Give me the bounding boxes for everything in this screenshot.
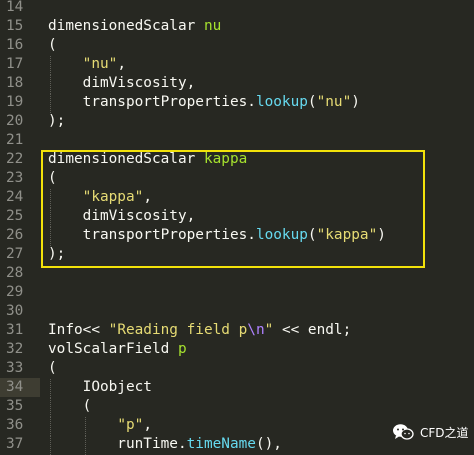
- code-token: );: [48, 113, 66, 129]
- line-number: 36: [6, 417, 24, 433]
- line-number: 23: [6, 170, 24, 186]
- code-token: dimViscosity,: [48, 75, 196, 91]
- highlight-box: [41, 150, 425, 268]
- code-line[interactable]: 33 (: [0, 359, 474, 378]
- code-line[interactable]: 21: [0, 131, 474, 150]
- code-line[interactable]: 15 dimensionedScalar nu: [0, 17, 474, 36]
- code-token: \n: [247, 322, 265, 338]
- line-number: 37: [6, 436, 24, 452]
- code-line[interactable]: 34 IOobject: [0, 378, 474, 398]
- code-token: (),: [255, 436, 282, 452]
- code-token: nu: [203, 18, 222, 34]
- line-number: 22: [6, 151, 24, 167]
- line-code: runTime.timeName(),: [48, 435, 282, 454]
- line-number: 24: [6, 189, 24, 205]
- code-editor[interactable]: 14 15 dimensionedScalar nu 16(17 "nu", 18 di…: [0, 0, 474, 455]
- code-token: ": [264, 322, 274, 338]
- line-code: "nu",: [48, 55, 126, 74]
- line-code: dimensionedScalar nu: [48, 17, 221, 36]
- line-code: transportProperties.lookup("nu"): [48, 93, 360, 112]
- code-token: volScalarField: [48, 341, 178, 357]
- line-number: 17: [6, 56, 24, 72]
- line-number: 32: [6, 341, 24, 357]
- code-line[interactable]: 32 volScalarField p: [0, 340, 474, 359]
- code-token: Info<<: [48, 322, 109, 338]
- code-line[interactable]: 16 (: [0, 36, 474, 55]
- line-number: 16: [6, 37, 24, 53]
- line-code: (: [48, 359, 57, 378]
- code-token: lookup: [255, 94, 308, 110]
- line-number: 18: [6, 75, 24, 91]
- line-number: 28: [6, 265, 24, 281]
- code-line[interactable]: 18 dimViscosity,: [0, 74, 474, 94]
- code-token: p: [177, 341, 187, 357]
- code-token: dimensionedScalar: [48, 18, 204, 34]
- line-code: (: [48, 397, 92, 416]
- code-token: "nu": [82, 56, 118, 72]
- line-code: (: [48, 36, 57, 55]
- line-code: );: [48, 112, 65, 131]
- code-line[interactable]: 30: [0, 302, 474, 321]
- code-token: (: [307, 94, 317, 110]
- code-token: ,: [143, 417, 152, 433]
- code-token: ,: [117, 56, 126, 72]
- line-code: dimViscosity,: [48, 74, 196, 93]
- line-code: "p",: [48, 416, 152, 435]
- watermark: CFD之道: [392, 420, 469, 444]
- code-token: transportProperties.: [48, 94, 256, 110]
- code-line[interactable]: 35 (: [0, 397, 474, 417]
- code-line[interactable]: 29: [0, 283, 474, 302]
- code-token: "p": [117, 417, 144, 433]
- line-number: 31: [6, 322, 24, 338]
- code-line[interactable]: 19 transportProperties.lookup("nu"): [0, 93, 474, 113]
- code-token: (: [48, 360, 57, 376]
- line-number: 30: [6, 303, 24, 319]
- wechat-icon: [393, 424, 414, 440]
- line-code: Info<< "Reading field p\n" << endl;: [48, 321, 351, 340]
- line-number: 20: [6, 113, 24, 129]
- line-number: 35: [6, 398, 24, 414]
- code-line[interactable]: 17 "nu",: [0, 55, 474, 75]
- line-number: 19: [6, 94, 24, 110]
- code-line[interactable]: 20);: [0, 112, 474, 131]
- code-line[interactable]: 31 Info<< "Reading field p\n" << endl;: [0, 321, 474, 340]
- line-number: 26: [6, 227, 24, 243]
- line-number: 14: [6, 0, 24, 15]
- watermark-text: CFD之道: [420, 425, 469, 440]
- code-token: timeName: [186, 436, 256, 452]
- line-number: 34: [6, 379, 24, 395]
- line-code: volScalarField p: [48, 340, 187, 359]
- code-token: (: [48, 398, 92, 414]
- line-code: IOobject: [48, 378, 152, 397]
- code-token: (: [48, 37, 57, 53]
- line-number: 15: [6, 18, 24, 34]
- line-number: 29: [6, 284, 24, 300]
- code-token: runTime.: [48, 436, 187, 452]
- line-number: 33: [6, 360, 24, 376]
- code-token: IOobject: [48, 379, 152, 395]
- code-token: << endl;: [273, 322, 352, 338]
- code-token: "Reading field p: [108, 322, 248, 338]
- code-token: ): [351, 94, 360, 110]
- code-token: "nu": [316, 94, 352, 110]
- code-line[interactable]: 14: [0, 0, 474, 17]
- line-number: 21: [6, 132, 24, 148]
- line-number: 25: [6, 208, 24, 224]
- line-number: 27: [6, 246, 24, 262]
